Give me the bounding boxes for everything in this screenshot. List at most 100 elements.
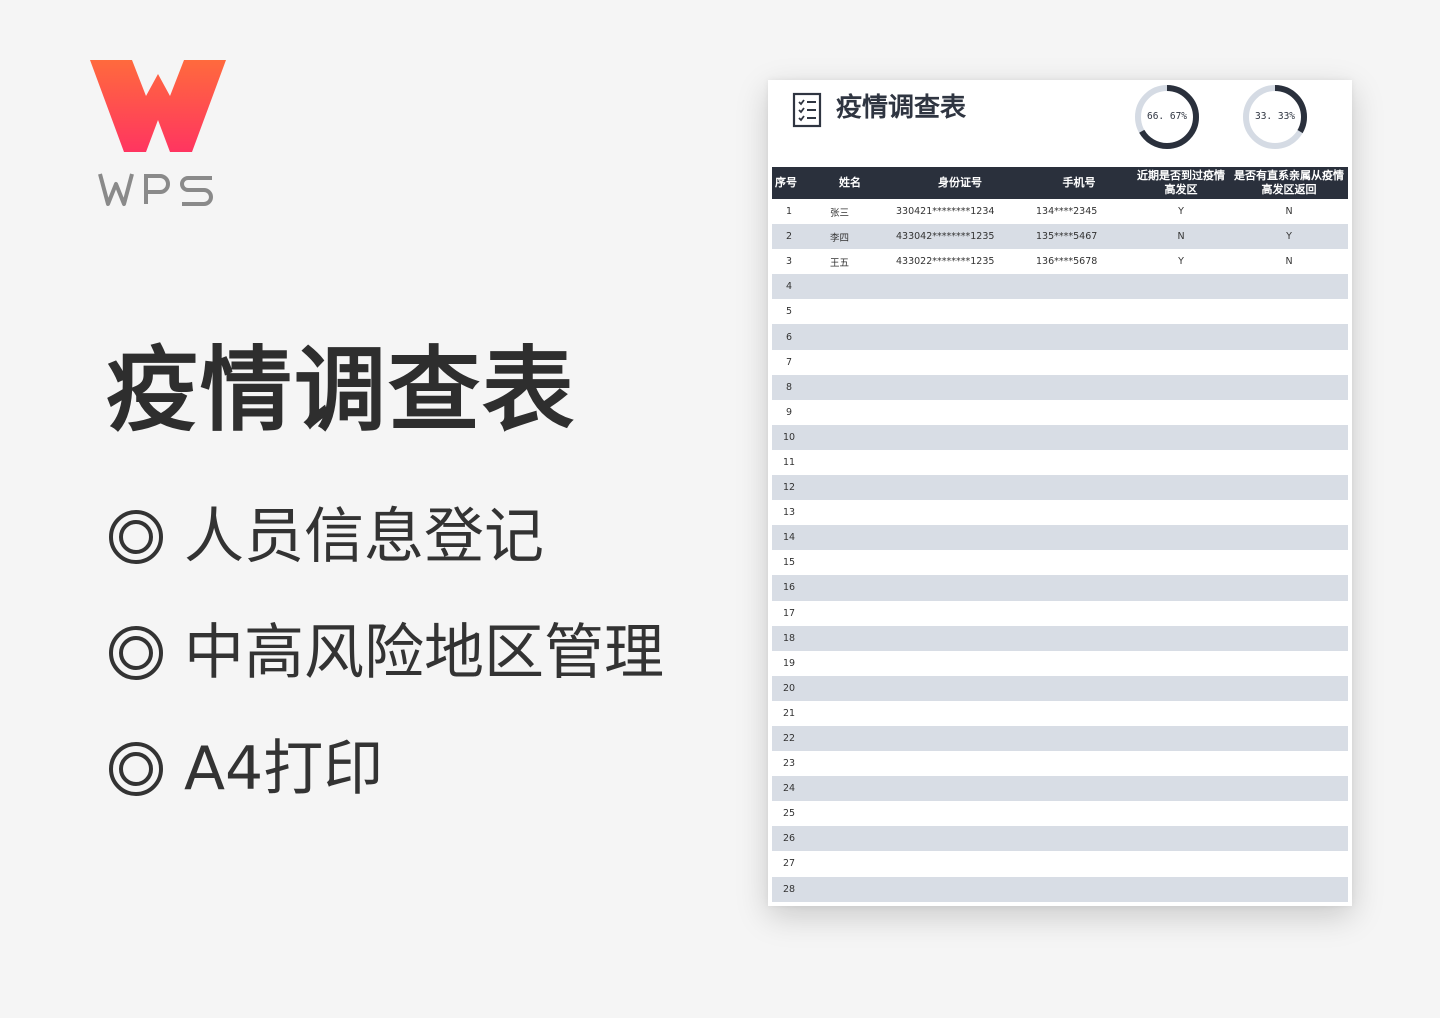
table-cell[interactable]: N [1132, 224, 1230, 250]
table-cell[interactable] [1230, 475, 1348, 501]
table-cell[interactable] [1230, 826, 1348, 852]
table-cell[interactable] [1230, 675, 1348, 701]
table-cell[interactable] [1132, 851, 1230, 877]
table-cell[interactable]: 12 [772, 475, 806, 501]
table-cell[interactable] [894, 449, 1026, 476]
table-cell[interactable] [1026, 575, 1132, 601]
table-cell[interactable] [1132, 274, 1230, 300]
table-cell[interactable]: Y [1132, 199, 1230, 225]
table-cell[interactable] [806, 374, 894, 400]
table-cell[interactable] [1230, 625, 1348, 651]
table-cell[interactable] [1026, 475, 1132, 501]
table-cell[interactable] [1132, 324, 1230, 350]
table-cell[interactable] [806, 675, 894, 701]
table-cell[interactable] [1132, 475, 1230, 501]
table-cell[interactable]: 10 [772, 424, 806, 450]
table-cell[interactable] [1132, 349, 1230, 375]
table-cell[interactable] [1026, 600, 1132, 626]
table-cell[interactable] [1230, 851, 1348, 877]
table-cell[interactable]: 23 [772, 751, 806, 777]
table-cell[interactable] [1132, 299, 1230, 325]
table-cell[interactable] [1026, 801, 1132, 827]
table-cell[interactable] [894, 374, 1026, 400]
table-cell[interactable] [1230, 776, 1348, 802]
table-cell[interactable] [894, 725, 1026, 752]
table-cell[interactable] [1026, 751, 1132, 777]
table-cell[interactable]: 28 [772, 876, 806, 902]
table-cell[interactable] [1230, 525, 1348, 551]
table-cell[interactable] [894, 550, 1026, 576]
table-cell[interactable] [806, 625, 894, 651]
table-cell[interactable] [1132, 876, 1230, 902]
table-cell[interactable]: 136****5678 [1026, 249, 1132, 275]
table-cell[interactable] [1026, 700, 1132, 726]
table-cell[interactable] [1132, 826, 1230, 852]
table-cell[interactable]: N [1230, 199, 1348, 225]
table-cell[interactable] [1132, 500, 1230, 526]
table-cell[interactable] [1230, 575, 1348, 601]
table-cell[interactable]: 8 [772, 374, 806, 400]
table-cell[interactable] [894, 776, 1026, 802]
table-cell[interactable] [1026, 876, 1132, 902]
table-cell[interactable] [1132, 625, 1230, 651]
table-cell[interactable] [894, 826, 1026, 852]
table-cell[interactable] [1132, 801, 1230, 827]
table-cell[interactable]: 330421********1234 [894, 199, 1026, 225]
table-cell[interactable] [1026, 851, 1132, 877]
table-cell[interactable] [806, 349, 894, 375]
table-cell[interactable] [806, 851, 894, 877]
table-cell[interactable] [806, 650, 894, 676]
table-cell[interactable]: 7 [772, 349, 806, 375]
table-cell[interactable] [1026, 349, 1132, 375]
table-cell[interactable] [894, 575, 1026, 601]
table-cell[interactable] [1026, 374, 1132, 400]
table-cell[interactable] [1230, 324, 1348, 350]
table-cell[interactable] [1132, 725, 1230, 752]
table-cell[interactable] [1132, 700, 1230, 726]
table-cell[interactable] [894, 700, 1026, 726]
table-cell[interactable] [894, 424, 1026, 450]
table-cell[interactable]: 3 [772, 249, 806, 275]
table-cell[interactable] [894, 399, 1026, 425]
table-cell[interactable] [806, 876, 894, 902]
table-cell[interactable] [894, 751, 1026, 777]
table-cell[interactable] [806, 525, 894, 551]
table-cell[interactable] [806, 399, 894, 425]
table-cell[interactable] [1230, 449, 1348, 476]
table-cell[interactable]: 1 [772, 199, 806, 225]
table-cell[interactable] [1230, 725, 1348, 752]
table-cell[interactable] [806, 475, 894, 501]
table-cell[interactable] [894, 500, 1026, 526]
table-cell[interactable] [1230, 801, 1348, 827]
table-cell[interactable]: 134****2345 [1026, 199, 1132, 225]
table-cell[interactable] [806, 600, 894, 626]
table-cell[interactable] [806, 449, 894, 476]
table-cell[interactable]: Y [1132, 249, 1230, 275]
table-cell[interactable]: 9 [772, 399, 806, 425]
table-cell[interactable] [1026, 274, 1132, 300]
table-cell[interactable] [1230, 299, 1348, 325]
table-cell[interactable] [1230, 500, 1348, 526]
table-cell[interactable]: 25 [772, 801, 806, 827]
table-cell[interactable] [894, 650, 1026, 676]
table-cell[interactable]: 135****5467 [1026, 224, 1132, 250]
table-cell[interactable] [1132, 650, 1230, 676]
table-cell[interactable]: 27 [772, 851, 806, 877]
table-cell[interactable] [806, 575, 894, 601]
table-cell[interactable] [894, 675, 1026, 701]
table-cell[interactable] [806, 299, 894, 325]
table-cell[interactable] [806, 324, 894, 350]
table-cell[interactable] [1230, 274, 1348, 300]
table-cell[interactable]: 21 [772, 700, 806, 726]
table-cell[interactable] [1026, 776, 1132, 802]
table-cell[interactable] [806, 776, 894, 802]
table-cell[interactable] [1026, 449, 1132, 476]
table-cell[interactable] [1132, 675, 1230, 701]
table-cell[interactable] [1132, 751, 1230, 777]
table-cell[interactable]: 4 [772, 274, 806, 300]
table-cell[interactable] [1230, 650, 1348, 676]
table-cell[interactable] [806, 826, 894, 852]
table-cell[interactable]: 20 [772, 675, 806, 701]
table-cell[interactable] [1230, 349, 1348, 375]
table-cell[interactable]: 433042********1235 [894, 224, 1026, 250]
